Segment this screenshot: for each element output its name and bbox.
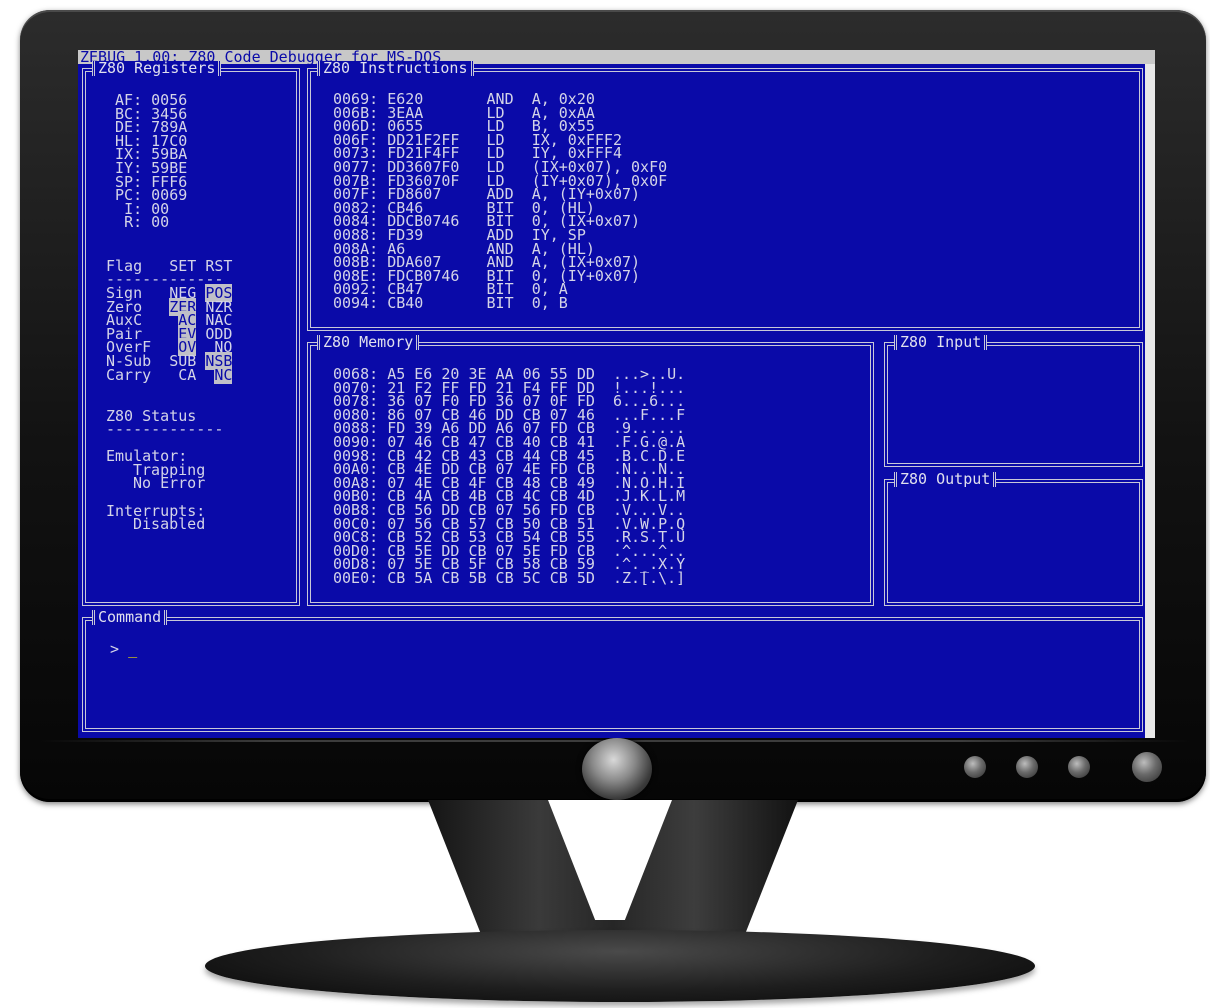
command-prompt: > <box>110 640 120 658</box>
memory-panel: Z80 Memory 0068: A5 E6 20 3E AA 06 55 DD… <box>307 335 874 606</box>
registers-panel: Z80 Registers AF: 0056 BC: 3456 DE: 789A… <box>82 61 300 606</box>
memory-address: 00E0: <box>333 569 379 587</box>
instruction-opcode: BIT <box>486 294 514 312</box>
interrupts-state: Disabled <box>133 515 206 533</box>
output-title: Z80 Output <box>894 472 997 487</box>
input-title: Z80 Input <box>894 335 988 350</box>
memory-ascii: .Z.[.\.] <box>612 569 686 587</box>
instruction-address: 0094: <box>333 294 379 312</box>
instructions-title: Z80 Instructions <box>317 61 474 76</box>
screen-right-strip <box>1145 64 1155 738</box>
output-panel: Z80 Output <box>884 472 1143 606</box>
memory-bytes: CB 5A CB 5B CB 5C CB 5D <box>387 569 595 587</box>
monitor-button-1[interactable] <box>964 756 986 778</box>
registers-title: Z80 Registers <box>92 61 222 76</box>
command-line[interactable]: > _ <box>110 640 137 658</box>
instructions-panel: Z80 Instructions 0069: E620 AND A, 0x20 0… <box>307 61 1143 331</box>
debugger-screen: ZEBUG 1.00: Z80 Code Debugger for MS-DOS… <box>78 50 1155 738</box>
memory-row: 00E0: CB 5A CB 5B CB 5C CB 5D .Z.[.\.] <box>333 569 686 587</box>
instruction-operands: 0, B <box>531 294 568 312</box>
register-row: R: 00 <box>106 213 170 232</box>
instruction-bytes: CB40 <box>387 294 424 312</box>
monitor-stand-base <box>205 930 1035 1002</box>
flag-rst-value: NC <box>214 365 233 384</box>
command-panel[interactable]: Command > _ <box>82 610 1143 732</box>
input-panel: Z80 Input <box>884 335 1143 467</box>
flag-set-value: CA <box>178 365 197 384</box>
monitor-button-3[interactable] <box>1068 756 1090 778</box>
flag-name: Carry <box>106 365 152 384</box>
emulator-error: No Error <box>133 474 206 492</box>
command-title: Command <box>92 610 168 625</box>
flag-row: Carry CA NC <box>106 365 233 384</box>
memory-title: Z80 Memory <box>317 335 420 350</box>
monitor-power-button[interactable] <box>582 738 652 800</box>
register-value: 00 <box>151 213 170 232</box>
monitor-button-2[interactable] <box>1016 756 1038 778</box>
register-name: R: <box>124 213 143 232</box>
instruction-row: 0094: CB40 BIT 0, B <box>333 294 568 312</box>
window-title: ZEBUG 1.00: Z80 Code Debugger for MS-DOS <box>78 50 1155 64</box>
command-cursor[interactable]: _ <box>128 640 137 658</box>
status-rule: ------------- <box>106 420 224 438</box>
monitor-button-4[interactable] <box>1132 752 1162 782</box>
